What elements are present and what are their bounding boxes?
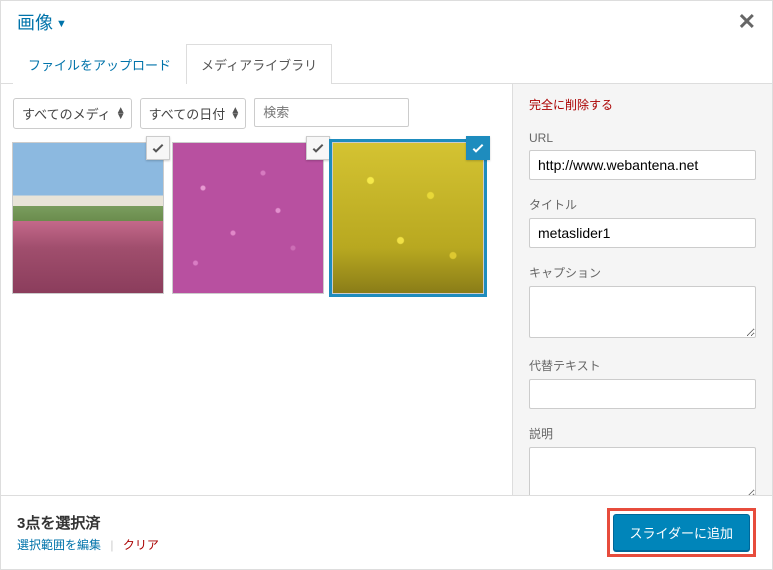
search-input[interactable]	[254, 98, 409, 127]
check-icon[interactable]	[466, 136, 490, 160]
title-field[interactable]	[529, 218, 756, 248]
select-arrows-icon: ▲▼	[230, 108, 240, 120]
edit-selection-link[interactable]: 選択範囲を編集	[17, 538, 101, 552]
delete-permanently-link[interactable]: 完全に削除する	[529, 96, 756, 113]
thumbnail-image	[13, 143, 163, 293]
separator: |	[110, 538, 113, 552]
title-label: タイトル	[529, 196, 756, 213]
caption-label: キャプション	[529, 264, 756, 281]
add-to-slider-button[interactable]: スライダーに追加	[613, 514, 750, 551]
highlight-annotation: スライダーに追加	[607, 508, 756, 557]
close-icon[interactable]: ✕	[738, 9, 756, 35]
check-icon[interactable]	[306, 136, 330, 160]
modal-title[interactable]: 画像▼	[17, 9, 67, 35]
media-thumbnail[interactable]	[13, 143, 163, 293]
filter-media-type[interactable]: すべてのメディ ▲▼	[13, 98, 132, 129]
desc-field[interactable]	[529, 447, 756, 495]
media-thumbnail[interactable]	[173, 143, 323, 293]
select-arrows-icon: ▲▼	[116, 108, 126, 120]
thumbnail-image	[173, 143, 323, 293]
tab-media-library[interactable]: メディアライブラリ	[186, 44, 332, 84]
clear-selection-link[interactable]: クリア	[123, 538, 159, 552]
alt-label: 代替テキスト	[529, 357, 756, 374]
tab-upload[interactable]: ファイルをアップロード	[13, 44, 186, 84]
check-icon[interactable]	[146, 136, 170, 160]
url-field[interactable]	[529, 150, 756, 180]
chevron-down-icon: ▼	[56, 18, 67, 30]
thumbnail-image	[333, 143, 483, 293]
desc-label: 説明	[529, 425, 756, 442]
url-label: URL	[529, 131, 756, 145]
alt-field[interactable]	[529, 379, 756, 409]
filter-date[interactable]: すべての日付 ▲▼	[140, 98, 247, 129]
media-thumbnail[interactable]	[333, 143, 483, 293]
selection-count: 3点を選択済	[17, 512, 159, 533]
caption-field[interactable]	[529, 286, 756, 338]
